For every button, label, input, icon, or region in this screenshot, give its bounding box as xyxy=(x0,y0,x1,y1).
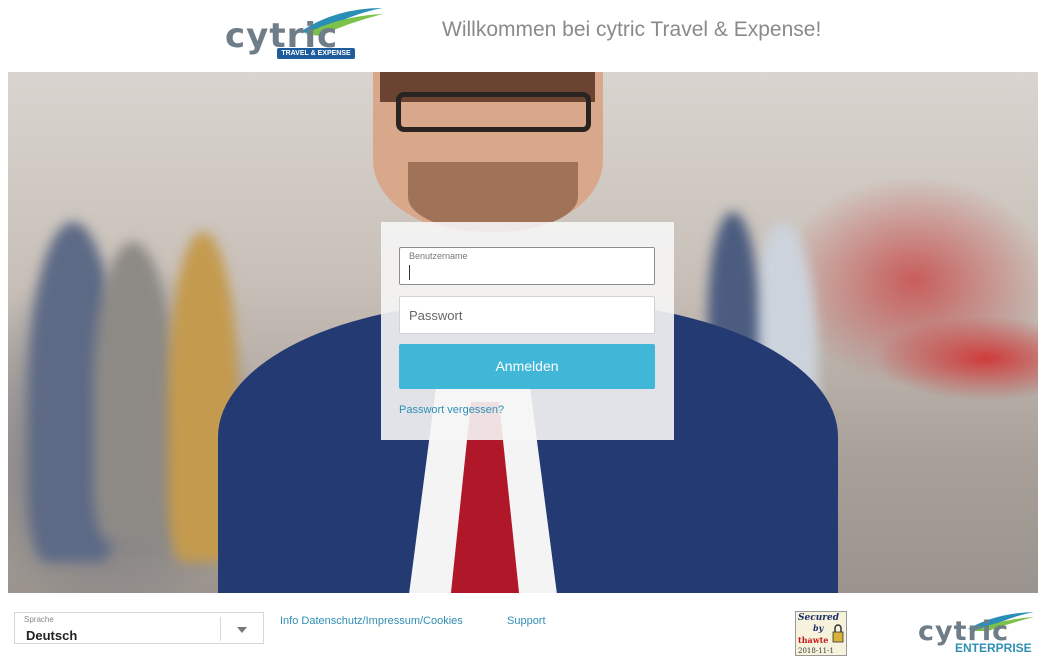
seal-brand: thawte xyxy=(798,635,829,645)
logo-badge: TRAVEL & EXPENSE xyxy=(277,48,355,59)
secured-by-thawte-seal[interactable]: Secured by thawte 2018-11-1 xyxy=(795,611,847,656)
seal-date: 2018-11-1 xyxy=(798,647,834,655)
language-value: Deutsch xyxy=(26,628,78,643)
login-button[interactable]: Anmelden xyxy=(399,344,655,389)
login-form: Benutzername Passwort Anmelden Passwort … xyxy=(381,222,674,440)
text-caret xyxy=(409,265,410,280)
welcome-heading: Willkommen bei cytric Travel & Expense! xyxy=(442,18,822,41)
language-select[interactable]: Sprache Deutsch xyxy=(14,612,264,644)
privacy-link[interactable]: Info Datenschutz/Impressum/Cookies xyxy=(280,615,463,627)
chevron-down-icon[interactable] xyxy=(237,627,247,633)
password-placeholder: Passwort xyxy=(409,308,463,323)
seal-secured: Secured xyxy=(798,613,840,623)
username-field[interactable]: Benutzername xyxy=(399,247,655,285)
lock-icon xyxy=(832,624,844,643)
crowd-figure xyxy=(93,242,173,542)
seal-by: by xyxy=(813,623,824,633)
forgot-password-link[interactable]: Passwort vergessen? xyxy=(399,404,504,416)
cytric-enterprise-logo: cytric ENTERPRISE xyxy=(918,611,1038,656)
username-label: Benutzername xyxy=(409,251,468,261)
select-divider xyxy=(220,617,221,641)
cytric-logo: cytric TRAVEL & EXPENSE xyxy=(225,6,383,62)
footer: Sprache Deutsch Info Datenschutz/Impress… xyxy=(0,593,1038,656)
password-field[interactable]: Passwort xyxy=(399,296,655,334)
header: cytric TRAVEL & EXPENSE Willkommen bei c… xyxy=(0,0,1038,72)
support-link[interactable]: Support xyxy=(507,615,546,627)
person-glasses xyxy=(396,92,591,132)
footer-logo-sub: ENTERPRISE xyxy=(955,641,1032,655)
language-label: Sprache xyxy=(24,615,54,624)
